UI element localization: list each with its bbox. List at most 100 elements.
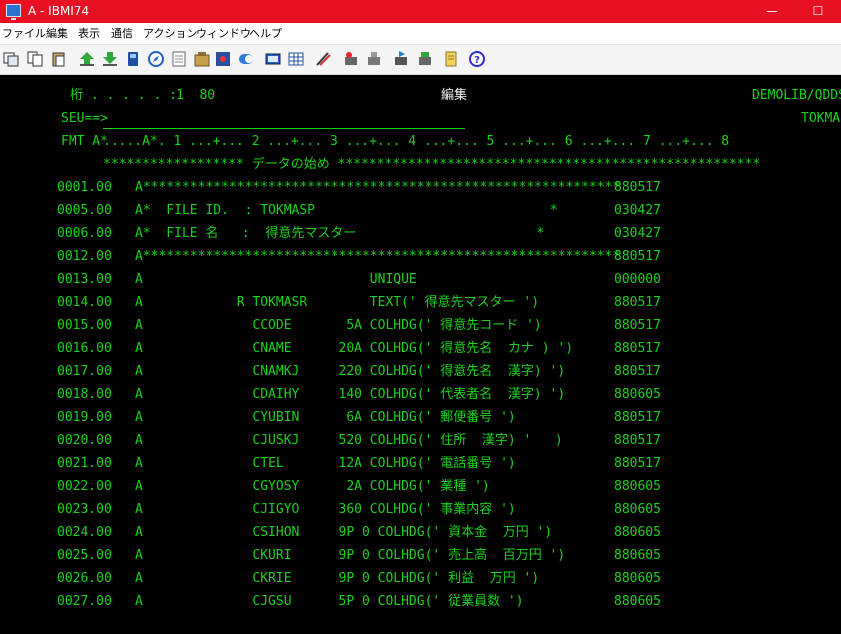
source-text[interactable]: A* FILE ID. : TOKMASP * <box>135 202 558 220</box>
document-icon[interactable] <box>443 51 459 67</box>
change-date: 880517 <box>614 364 661 379</box>
settings-icon[interactable] <box>215 51 231 67</box>
sequence-number: 0025.00 <box>57 548 112 563</box>
sequence-number: 0015.00 <box>57 318 112 333</box>
transfer-icon[interactable] <box>417 51 433 67</box>
menu-communication[interactable]: 通信 <box>111 27 133 40</box>
change-date: 880605 <box>614 548 661 563</box>
source-text[interactable]: A R TOKMASR TEXT(' 得意先マスター ') <box>135 294 539 312</box>
source-text[interactable]: A CKRIE 9P 0 COLHDG(' 利益 万円 ') <box>135 570 539 588</box>
header-row-2: SEU==> TOKMASP <box>0 110 841 128</box>
sequence-number: 0022.00 <box>57 479 112 494</box>
notes-icon[interactable] <box>171 51 187 67</box>
format-ruler-row: FMT A* .....A*. 1 ...+... 2 ...+... 3 ..… <box>0 133 729 151</box>
source-text[interactable]: A CJUSKJ 520 COLHDG(' 住所 漢字) ' ) <box>135 432 563 450</box>
stop-icon[interactable] <box>366 51 382 67</box>
toggle-icon[interactable] <box>238 51 254 67</box>
printer-icon[interactable] <box>125 51 141 67</box>
change-date: 880605 <box>614 479 661 494</box>
sequence-number: 0006.00 <box>57 226 112 241</box>
copy-screen-icon[interactable] <box>3 51 19 67</box>
browser-icon[interactable] <box>148 51 164 67</box>
source-text[interactable]: A CCODE 5A COLHDG(' 得意先コード ') <box>135 317 542 335</box>
maximize-button[interactable]: ☐ <box>795 0 841 23</box>
sequence-number: 0017.00 <box>57 364 112 379</box>
source-text[interactable]: A CSIHON 9P 0 COLHDG(' 資本金 万円 ') <box>135 524 552 542</box>
sequence-number: 0016.00 <box>57 341 112 356</box>
edit-tools-icon[interactable] <box>315 51 331 67</box>
member-path: DEMOLIB/QDDSSRC <box>752 88 841 103</box>
change-date: 880517 <box>614 410 661 425</box>
column-range: 1 80 <box>176 88 216 103</box>
source-text[interactable]: A UNIQUE <box>135 271 417 289</box>
sequence-number: 0019.00 <box>57 410 112 425</box>
keypad-icon[interactable] <box>265 51 281 67</box>
header-row-1: 桁 . . . . . : 1 80 編集 DEMOLIB/QDDSSRC <box>0 87 841 105</box>
menu-action[interactable]: アクション <box>143 27 197 40</box>
seu-prompt: SEU==> <box>61 111 108 126</box>
window-title: A - IBMI74 <box>28 4 90 18</box>
column-ruler: .....A*. 1 ...+... 2 ...+... 3 ...+... 4… <box>103 134 730 149</box>
change-date: 880605 <box>614 594 661 609</box>
source-text[interactable]: A CYUBIN 6A COLHDG(' 郵便番号 ') <box>135 409 516 427</box>
change-date: 880605 <box>614 387 661 402</box>
change-date: 880605 <box>614 502 661 517</box>
column-label: 桁 . . . . . : <box>70 88 177 103</box>
sequence-number: 0012.00 <box>57 249 112 264</box>
sequence-number: 0024.00 <box>57 525 112 540</box>
sequence-number: 0020.00 <box>57 433 112 448</box>
top-of-data-row: ****************** データの始め **************… <box>0 156 760 174</box>
source-text[interactable]: A***************************************… <box>135 248 620 266</box>
menu-window[interactable]: ウィンドウ <box>196 27 251 40</box>
record-icon[interactable] <box>343 51 359 67</box>
change-date: 880517 <box>614 318 661 333</box>
macro-icon[interactable] <box>194 51 210 67</box>
menu-view[interactable]: 表示 <box>78 27 100 40</box>
play-icon[interactable] <box>393 51 409 67</box>
source-text[interactable]: A CJGSU 5P 0 COLHDG(' 従業員数 ') <box>135 593 524 611</box>
member-name: TOKMASP <box>801 111 841 126</box>
change-date: 880517 <box>614 456 661 471</box>
help-icon[interactable]: ? <box>469 51 485 67</box>
menu-help[interactable]: ヘルプ <box>249 27 282 40</box>
source-text[interactable]: A***************************************… <box>135 179 620 197</box>
minimize-button[interactable]: — <box>749 0 795 23</box>
source-text[interactable]: A CDAIHY 140 COLHDG(' 代表者名 漢字) ') <box>135 386 565 404</box>
sequence-number: 0027.00 <box>57 594 112 609</box>
change-date: 880605 <box>614 571 661 586</box>
sequence-number: 0026.00 <box>57 571 112 586</box>
change-date: 030427 <box>614 203 661 218</box>
change-date: 880517 <box>614 249 661 264</box>
send-icon[interactable] <box>79 51 95 67</box>
sequence-number: 0005.00 <box>57 203 112 218</box>
copy-icon[interactable] <box>27 51 43 67</box>
change-date: 880517 <box>614 295 661 310</box>
sequence-number: 0018.00 <box>57 387 112 402</box>
sequence-number: 0014.00 <box>57 295 112 310</box>
sequence-number: 0013.00 <box>57 272 112 287</box>
source-text[interactable]: A* FILE 名 : 得意先マスター * <box>135 225 544 243</box>
menu-edit[interactable]: 編集 <box>46 27 68 40</box>
grid-icon[interactable] <box>288 51 304 67</box>
menu-file[interactable]: ファイル <box>2 27 46 40</box>
source-text[interactable]: A CNAME 20A COLHDG(' 得意先名 カナ ) ') <box>135 340 573 358</box>
change-date: 880517 <box>614 180 661 195</box>
source-text[interactable]: A CNAMKJ 220 COLHDG(' 得意先名 漢字) ') <box>135 363 565 381</box>
menu-bar: ファイル 編集 表示 通信 アクション ウィンドウ ヘルプ <box>0 23 841 45</box>
receive-icon[interactable] <box>102 51 118 67</box>
source-text[interactable]: A CTEL 12A COLHDG(' 電話番号 ') <box>135 455 516 473</box>
sequence-number: 0021.00 <box>57 456 112 471</box>
source-text[interactable]: A CGYOSY 2A COLHDG(' 業種 ') <box>135 478 490 496</box>
paste-icon[interactable] <box>51 51 67 67</box>
source-text[interactable]: A CJIGYO 360 COLHDG(' 事業内容 ') <box>135 501 516 519</box>
change-date: 030427 <box>614 226 661 241</box>
change-date: 880605 <box>614 525 661 540</box>
mode-label: 編集 <box>441 88 468 103</box>
change-date: 880517 <box>614 341 661 356</box>
sequence-number: 0023.00 <box>57 502 112 517</box>
change-date: 000000 <box>614 272 661 287</box>
svg-text:?: ? <box>474 55 480 66</box>
sequence-number: 0001.00 <box>57 180 112 195</box>
source-text[interactable]: A CKURI 9P 0 COLHDG(' 売上高 百万円 ') <box>135 547 565 565</box>
terminal-screen[interactable]: 桁 . . . . . : 1 80 編集 DEMOLIB/QDDSSRC SE… <box>0 75 841 634</box>
